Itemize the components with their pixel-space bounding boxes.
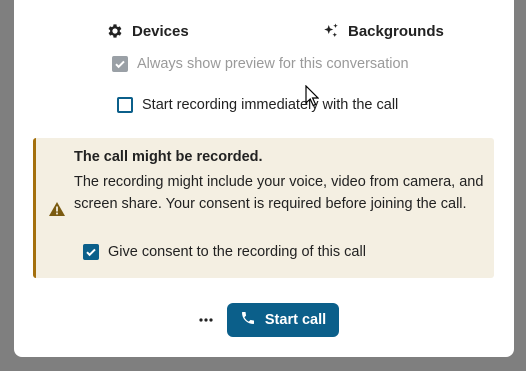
consent-option[interactable]: Give consent to the recording of this ca… [83, 244, 366, 260]
warning-title: The call might be recorded. [74, 149, 263, 165]
always-preview-option[interactable]: Always show preview for this conversatio… [112, 56, 409, 72]
consent-label: Give consent to the recording of this ca… [108, 244, 366, 260]
settings-tabs: Devices Backgrounds [0, 22, 526, 46]
checkmark-icon [115, 60, 125, 69]
backgrounds-button[interactable]: Backgrounds [322, 22, 444, 40]
warning-body: The recording might include your voice, … [74, 174, 484, 212]
warning-icon [48, 201, 66, 222]
devices-button[interactable]: Devices [106, 22, 189, 40]
start-recording-checkbox[interactable] [117, 97, 133, 113]
gear-icon [106, 22, 124, 40]
checkmark-icon [86, 248, 96, 257]
more-options-button[interactable] [195, 309, 217, 331]
start-call-label: Start call [264, 312, 327, 328]
more-options-icon [199, 318, 213, 322]
backgrounds-label: Backgrounds [348, 22, 444, 40]
always-preview-label: Always show preview for this conversatio… [137, 56, 409, 72]
sparkles-icon [322, 22, 340, 40]
phone-icon [240, 310, 256, 330]
start-recording-label: Start recording immediately with the cal… [142, 97, 399, 113]
consent-checkbox[interactable] [83, 244, 99, 260]
start-call-button[interactable]: Start call [227, 303, 339, 337]
recording-warning: The call might be recorded. The recordin… [33, 138, 494, 278]
mouse-pointer-icon [305, 84, 320, 112]
always-preview-checkbox[interactable] [112, 56, 128, 72]
start-recording-option[interactable]: Start recording immediately with the cal… [117, 97, 398, 113]
devices-label: Devices [132, 22, 189, 40]
